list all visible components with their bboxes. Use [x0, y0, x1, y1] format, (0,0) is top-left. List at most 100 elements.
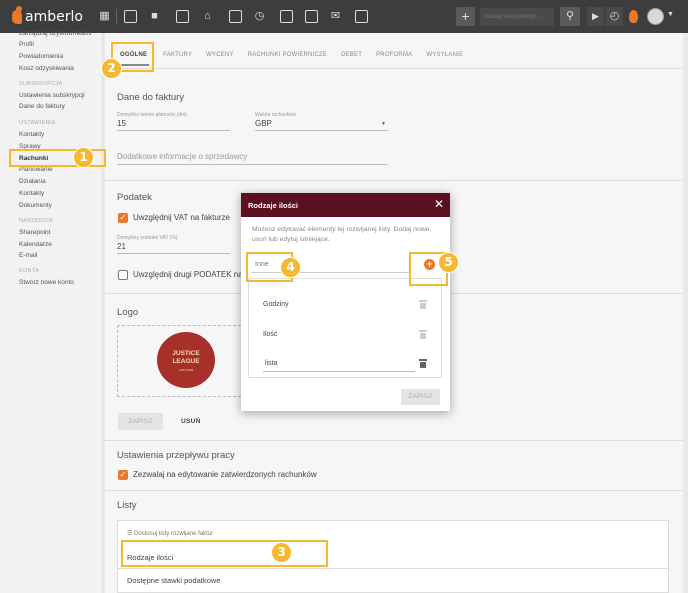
tab-sending[interactable]: WYSYŁANIE	[426, 46, 463, 68]
logo-brand-line2: LEAGUE	[172, 358, 200, 365]
timer-icon[interactable]: ◴	[606, 7, 623, 26]
reports-icon[interactable]	[355, 10, 368, 23]
sidebar-item-new-account[interactable]: Stwórz nowe konto	[19, 279, 74, 286]
add-button[interactable]: +	[456, 7, 475, 26]
app-name: amberlo	[25, 9, 83, 25]
document-icon[interactable]	[176, 10, 189, 23]
tab-proforma[interactable]: PROFORMA	[376, 46, 412, 68]
play-icon[interactable]: ▶	[587, 7, 604, 26]
trash-icon[interactable]	[419, 300, 427, 309]
sidebar-item-users[interactable]: Zarządzaj użytkownikami	[19, 30, 92, 37]
seller-info-field[interactable]: Dodatkowe informacje o sprzedawcy	[117, 152, 247, 161]
currency-label: Waluta rachunków	[255, 112, 296, 118]
sidebar-item-documents[interactable]: Dokumenty	[19, 202, 52, 209]
clock-icon[interactable]: ◷	[253, 10, 266, 23]
bank-icon[interactable]: ⌂	[201, 10, 214, 23]
search-icon[interactable]: ⚲	[560, 7, 580, 26]
list-item-editing[interactable]: lista	[265, 360, 277, 367]
list-item-tax-rates[interactable]: Dostępne stawki podatkowe	[127, 576, 220, 585]
lists-caption: ☰ Dostosuj listy rozwijane faktur	[127, 531, 214, 537]
logo-remove-button[interactable]: USUŃ	[181, 418, 201, 425]
sidebar-item-subscription[interactable]: Ustawienia subskrypcji	[19, 92, 85, 99]
flame-icon[interactable]	[629, 10, 638, 23]
callout-badge-1: 1	[73, 147, 94, 168]
list-item[interactable]: Godziny	[263, 301, 289, 308]
trash-icon[interactable]	[419, 359, 427, 368]
vat-rate-underline	[117, 253, 230, 254]
sidebar	[0, 33, 103, 593]
close-icon[interactable]: ✕	[434, 197, 444, 211]
search-input[interactable]	[480, 8, 554, 26]
dialog-title: Rodzaje ilości	[248, 201, 299, 210]
list-item[interactable]: Ilość	[263, 331, 277, 338]
currency-underline	[255, 130, 388, 131]
logo-icon	[12, 6, 22, 24]
callout-badge-3: 3	[271, 542, 292, 563]
chevron-down-icon[interactable]: ▼	[667, 11, 674, 18]
app-logo[interactable]: amberlo	[12, 6, 83, 27]
dashboard-icon[interactable]: ▦	[98, 10, 111, 23]
mail-icon[interactable]: ✉	[329, 10, 342, 23]
avatar[interactable]	[647, 8, 664, 25]
sidebar-item-invoice-data[interactable]: Dane do faktury	[19, 103, 65, 110]
trash-icon[interactable]	[419, 330, 427, 339]
sidebar-item-sharepoint[interactable]: Sharepoint	[19, 229, 50, 236]
settings-tabs: OGÓLNE FAKTURY WYCENY RACHUNKI POWIERNIC…	[108, 46, 477, 68]
callout-highlight-3	[121, 540, 328, 567]
dialog-description: Możesz edytować elementy tej rozwijanej …	[252, 226, 432, 243]
dialog-save-button[interactable]: ZAPISZ	[401, 389, 440, 405]
sidebar-heading-accounts: KONTA	[19, 268, 40, 274]
payment-term-underline	[117, 130, 230, 131]
file-icon[interactable]	[305, 10, 318, 23]
tab-quotes[interactable]: WYCENY	[206, 46, 234, 68]
logo-save-button[interactable]: ZAPISZ	[118, 413, 163, 430]
sidebar-item-contacts-2[interactable]: Kontakty	[19, 190, 44, 197]
sidebar-item-notifications[interactable]: Powiadomienia	[19, 53, 63, 60]
contacts-icon[interactable]	[124, 10, 137, 23]
seller-info-underline	[117, 164, 388, 165]
callout-badge-5: 5	[438, 252, 459, 273]
currency-select[interactable]: GBP	[255, 119, 272, 128]
chevron-down-icon[interactable]: ▼	[381, 121, 386, 127]
quantity-types-dialog: Rodzaje ilości ✕ Możesz edytować element…	[241, 193, 450, 411]
section-divider	[105, 440, 683, 441]
vat-checkbox[interactable]: ✓	[118, 213, 128, 223]
invoice-data-title: Dane do faktury	[117, 92, 185, 103]
calendar-icon[interactable]	[229, 10, 242, 23]
sidebar-item-calendars[interactable]: Kalendarze	[19, 241, 52, 248]
vat-rate-label: Domyślny podatek VAT (%)	[117, 235, 178, 241]
vat-rate-value[interactable]: 21	[117, 242, 126, 251]
sidebar-item-profile[interactable]: Profil	[19, 41, 34, 48]
callout-badge-2: 2	[101, 58, 122, 79]
tax-title: Podatek	[117, 192, 152, 203]
dialog-header: Rodzaje ilości ✕	[241, 193, 450, 217]
company-logo: JUSTICE LEAGUE LAW FIRM	[157, 332, 215, 388]
edit-underline	[263, 371, 415, 372]
folder-icon[interactable]	[280, 10, 293, 23]
sidebar-item-trash[interactable]: Kosz odzyskiwania	[19, 65, 74, 72]
list-divider	[117, 568, 669, 569]
sidebar-item-planning[interactable]: Planowanie	[19, 166, 53, 173]
payment-term-value[interactable]: 15	[117, 119, 126, 128]
tab-trust-accounts[interactable]: RACHUNKI POWIERNICZE	[248, 46, 327, 68]
logo-brand-sub: LAW FIRM	[178, 368, 194, 372]
callout-badge-4: 4	[280, 257, 301, 278]
approve-edit-label: Zezwalaj na edytowanie zatwierdzonych ra…	[133, 470, 317, 479]
tab-invoices[interactable]: FAKTURY	[163, 46, 192, 68]
logo-brand-line1: JUSTICE	[172, 350, 200, 357]
vat-checkbox-label: Uwzględnij VAT na fakturze	[133, 213, 230, 222]
section-divider	[105, 490, 683, 491]
payment-term-label: Domyślny termin płatności (dni)	[117, 112, 187, 118]
logo-title: Logo	[117, 307, 139, 318]
sidebar-item-contacts[interactable]: Kontakty	[19, 131, 44, 138]
second-tax-checkbox[interactable]	[118, 270, 128, 280]
tabs-divider	[105, 68, 683, 69]
sidebar-item-activities[interactable]: Działania	[19, 178, 46, 185]
briefcase-icon[interactable]: ■	[148, 10, 161, 23]
sidebar-item-email[interactable]: E-mail	[19, 252, 37, 259]
approve-edit-checkbox[interactable]: ✓	[118, 470, 128, 480]
lists-title: Listy	[117, 500, 137, 511]
tab-debit[interactable]: DEBET	[341, 46, 362, 68]
top-bar: amberlo ▦ ■ ⌂ ◷ ✉ + ⚲ ▶ ◴ ▼	[0, 0, 688, 33]
section-divider	[105, 180, 683, 181]
